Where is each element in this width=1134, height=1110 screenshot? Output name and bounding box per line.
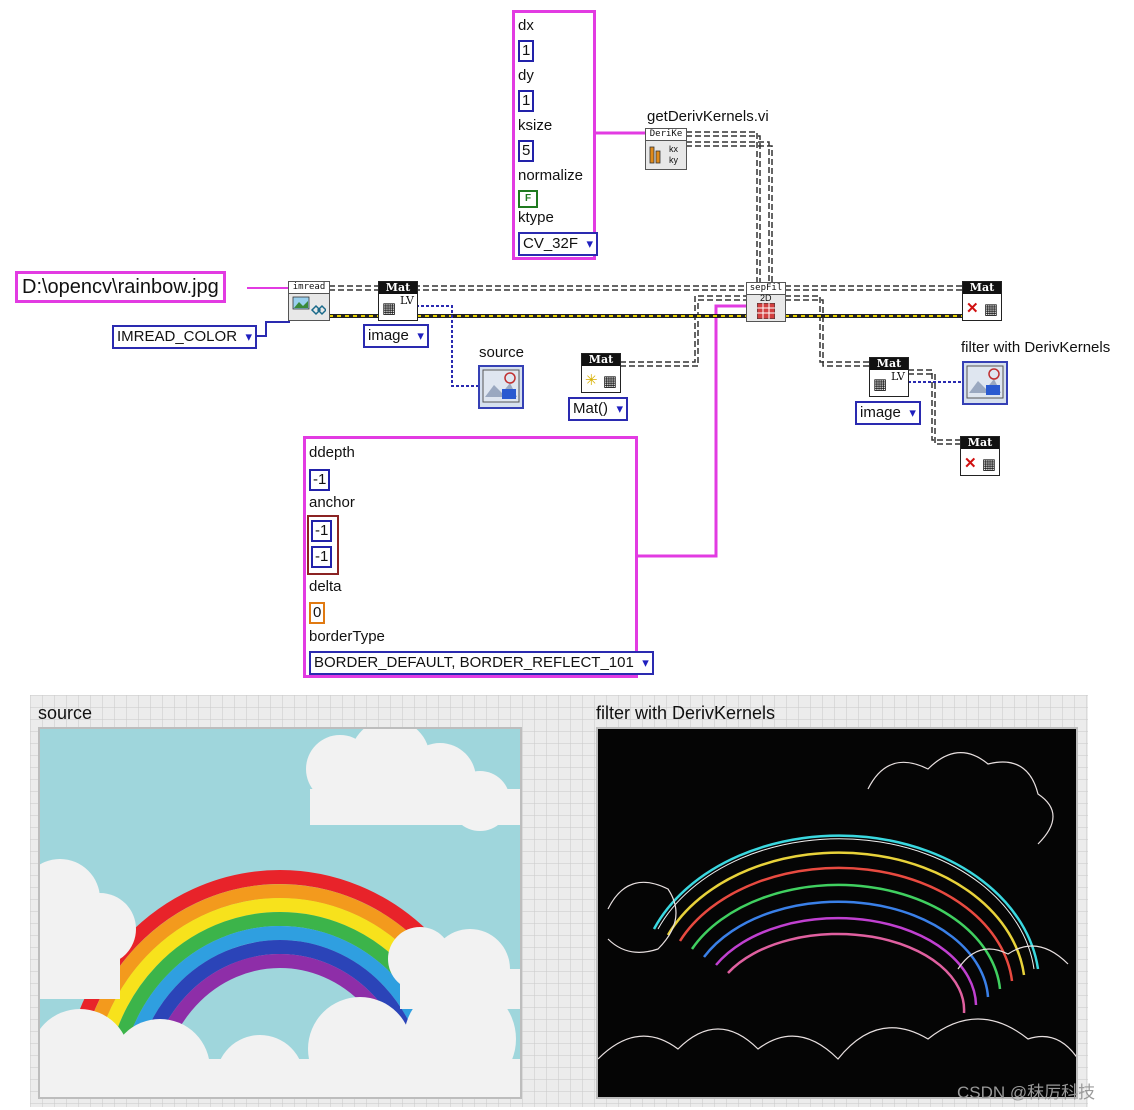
deriv-vi-label: getDerivKernels.vi	[647, 108, 769, 125]
ddepth-control[interactable]: -1	[309, 469, 331, 491]
ddepth-label: ddepth	[309, 444, 355, 461]
anchor-label: anchor	[309, 494, 355, 511]
source-image-indicator[interactable]	[478, 365, 524, 409]
new-mat-icon: ✳	[585, 372, 598, 389]
lv-label: LV	[891, 370, 905, 383]
close-icon: ✕	[964, 455, 977, 472]
dx-control[interactable]: 1	[518, 40, 535, 62]
kernel-grid-icon	[757, 303, 775, 319]
bordertype-label: borderType	[309, 628, 385, 645]
source-indicator-label: source	[479, 344, 525, 361]
dy-control[interactable]: 1	[518, 90, 535, 112]
delta-control[interactable]: 0	[309, 602, 326, 624]
lv-label: LV	[400, 294, 414, 307]
grid-icon: ▦	[981, 456, 996, 473]
ksize-control[interactable]: 5	[518, 140, 535, 162]
kx-output-label: kx	[669, 144, 678, 154]
file-path-control[interactable]: D:\opencv\rainbow.jpg	[15, 271, 226, 303]
imread-node[interactable]: imread	[288, 281, 330, 321]
normalize-checkbox[interactable]: F	[518, 190, 538, 208]
image-type-dropdown-2[interactable]: image	[855, 401, 921, 425]
source-panel-title: source	[38, 703, 93, 723]
ktype-label: ktype	[518, 209, 554, 226]
rainbow-image	[40, 729, 520, 1097]
dx-label: dx	[518, 17, 534, 34]
filter-image-display[interactable]	[596, 727, 1078, 1099]
image-file-icon	[292, 296, 326, 316]
grid-icon: ▦	[602, 373, 617, 390]
deriv-params-cluster[interactable]: dx 1 dy 1 ksize 5 normalize F ktype CV_3…	[512, 10, 599, 260]
mat-header: Mat	[582, 354, 620, 366]
filter-indicator-label: filter with DerivKernels	[961, 339, 1111, 356]
imread-mode-dropdown[interactable]: IMREAD_COLOR	[112, 325, 258, 349]
dy-label: dy	[518, 67, 534, 84]
mat-to-image-node-2[interactable]: Mat ▦ LV	[869, 357, 909, 397]
ktype-dropdown[interactable]: CV_32F	[518, 232, 599, 256]
edge-filtered-image	[598, 729, 1076, 1097]
close-icon: ✕	[966, 300, 979, 317]
grid-icon: ▦	[983, 301, 998, 318]
mat-to-image-node[interactable]: Mat ▦ LV	[378, 281, 418, 321]
grid-icon: ▦	[873, 376, 888, 393]
mat-header: Mat	[379, 282, 417, 294]
image-display-icon	[966, 365, 1004, 399]
delta-label: delta	[309, 578, 342, 595]
filter-params-cluster[interactable]: ddepth -1 anchor -1 -1 delta 0 borderTyp…	[303, 436, 654, 678]
release-mat-node-2[interactable]: Mat ✕ ▦	[960, 436, 1000, 476]
bordertype-dropdown[interactable]: BORDER_DEFAULT, BORDER_REFLECT_101	[309, 651, 654, 675]
normalize-label: normalize	[518, 167, 584, 184]
anchor-x-control[interactable]: -1	[311, 520, 333, 542]
mat-header: Mat	[870, 358, 908, 370]
image-type-dropdown-1[interactable]: image	[363, 324, 429, 348]
mat-header: Mat	[961, 437, 999, 449]
anchor-y-control[interactable]: -1	[311, 546, 333, 568]
mat-header: Mat	[963, 282, 1001, 294]
imread-node-title: imread	[289, 282, 329, 294]
sepfilter-sub-label: 2D	[760, 293, 772, 303]
deriv-node-title: DeriKe	[646, 129, 686, 141]
filter-image-indicator[interactable]	[962, 361, 1008, 405]
grid-icon: ▦	[382, 300, 397, 317]
get-deriv-kernels-node[interactable]: DeriKe kx ky	[645, 128, 687, 170]
ky-output-label: ky	[669, 155, 678, 165]
mat-constructor-dropdown[interactable]: Mat()	[568, 397, 628, 421]
sep-filter-2d-node[interactable]: sepFil 2D	[746, 282, 786, 322]
image-display-icon	[482, 369, 520, 403]
filter-panel-title: filter with DerivKernels	[596, 703, 776, 723]
wire-filter-params	[637, 304, 746, 558]
ksize-label: ksize	[518, 117, 553, 134]
source-image-display[interactable]	[38, 727, 522, 1099]
anchor-point-cluster[interactable]: -1 -1	[307, 515, 339, 575]
release-mat-node-1[interactable]: Mat ✕ ▦	[962, 281, 1002, 321]
watermark-text: CSDN @秣厉科技	[957, 1083, 1096, 1102]
bar-chart-icon	[649, 146, 661, 164]
wire-imread-mode	[252, 321, 290, 337]
empty-mat-node[interactable]: Mat ✳ ▦	[581, 353, 621, 393]
